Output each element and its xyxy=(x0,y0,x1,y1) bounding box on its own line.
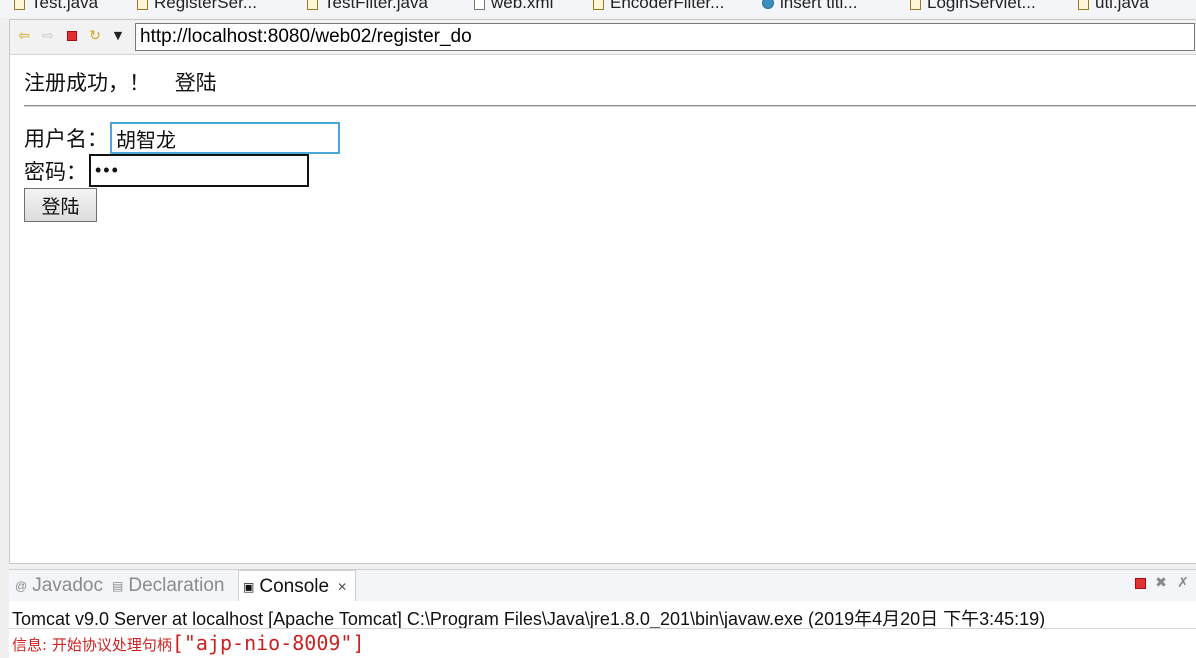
editor-tab-encoderfilter[interactable]: EncoderFilter... xyxy=(593,0,724,15)
console-actions: ✖ ✗ xyxy=(1135,576,1190,590)
terminate-icon[interactable] xyxy=(1135,577,1146,589)
editor-tab-loginservlet[interactable]: LoginServlet... xyxy=(910,0,1036,15)
username-input[interactable] xyxy=(110,122,340,154)
console-log-line: 信息: 开始协议处理句柄["ajp-nio-8009"] xyxy=(12,631,364,655)
java-file-icon xyxy=(593,0,604,10)
console-icon: ▣ xyxy=(243,579,255,594)
editor-tab-bar: Test.java RegisterSer... TestFilter.java… xyxy=(0,0,1196,18)
login-button[interactable]: 登陆 xyxy=(24,188,97,222)
java-file-icon xyxy=(137,0,148,10)
internal-browser: ⇦ ⇨ ↻ ▼ http://localhost:8080/web02/regi… xyxy=(9,19,1196,564)
editor-tab-insert-title[interactable]: insert titl... xyxy=(762,0,857,15)
back-arrow-icon[interactable]: ⇦ xyxy=(16,28,32,44)
username-label: 用户名： xyxy=(24,127,108,151)
forward-arrow-icon[interactable]: ⇨ xyxy=(40,28,56,44)
java-file-icon xyxy=(307,0,318,10)
bottom-panel-tabs: @ Javadoc ▤ Declaration ▣ Console ✕ ✖ ✗ xyxy=(9,569,1196,602)
browser-toolbar: ⇦ ⇨ ↻ ▼ http://localhost:8080/web02/regi… xyxy=(10,20,1196,55)
login-link[interactable]: 登陆 xyxy=(175,71,217,95)
java-file-icon xyxy=(14,0,25,10)
tab-console[interactable]: ▣ Console ✕ xyxy=(238,570,357,602)
password-input[interactable] xyxy=(89,154,309,187)
tab-javadoc[interactable]: @ Javadoc xyxy=(15,570,103,602)
horizontal-rule xyxy=(24,105,1196,107)
editor-tab-testfilter-java[interactable]: TestFilter.java xyxy=(307,0,428,15)
globe-icon xyxy=(762,0,774,9)
editor-tab-uti-java[interactable]: uti.java xyxy=(1078,0,1149,15)
java-file-icon xyxy=(910,0,921,10)
at-icon: @ xyxy=(15,579,28,593)
password-row: 密码： xyxy=(24,154,309,187)
remove-all-icon[interactable]: ✗ xyxy=(1176,576,1190,590)
username-row: 用户名： xyxy=(24,122,340,154)
editor-tab-test-java[interactable]: Test.java xyxy=(14,0,98,15)
declaration-icon: ▤ xyxy=(112,579,124,593)
stop-icon[interactable] xyxy=(64,28,80,44)
log-prefix: 信息: 开始协议处理句柄 xyxy=(12,636,172,654)
xml-file-icon xyxy=(474,0,485,10)
tab-declaration[interactable]: ▤ Declaration xyxy=(112,570,224,602)
editor-tab-register-servlet[interactable]: RegisterSer... xyxy=(137,0,257,15)
register-success-message: 注册成功，！ 登陆 xyxy=(24,67,217,97)
address-bar[interactable]: http://localhost:8080/web02/register_do xyxy=(135,23,1195,51)
password-label: 密码： xyxy=(24,159,87,184)
console-output: Tomcat v9.0 Server at localhost [Apache … xyxy=(9,601,1196,658)
success-text: 注册成功，！ xyxy=(24,71,150,95)
editor-tab-web-xml[interactable]: web.xml xyxy=(474,0,553,15)
chevron-down-icon[interactable]: ▼ xyxy=(110,28,126,44)
remove-launch-icon[interactable]: ✖ xyxy=(1154,576,1168,590)
java-file-icon xyxy=(1078,0,1089,10)
log-value: ["ajp-nio-8009"] xyxy=(171,631,365,655)
refresh-icon[interactable]: ↻ xyxy=(87,28,103,44)
close-icon[interactable]: ✕ xyxy=(337,580,347,594)
divider xyxy=(9,628,1196,629)
